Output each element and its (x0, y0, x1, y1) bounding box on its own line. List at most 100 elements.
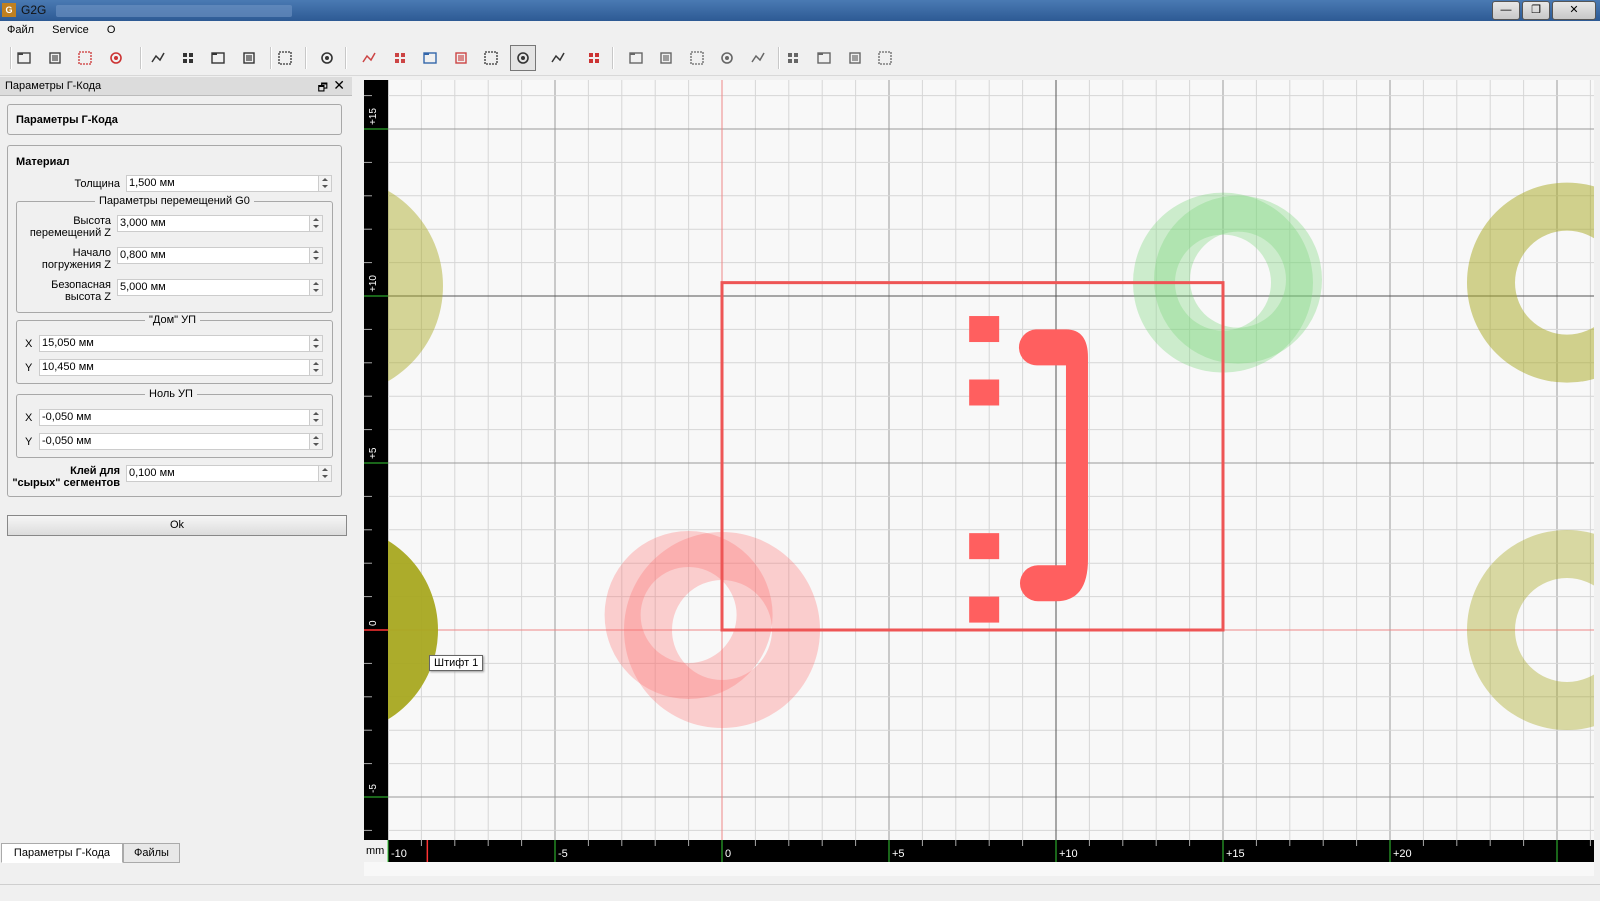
rect-button[interactable] (624, 46, 648, 70)
drawing-canvas[interactable]: mm -10 -5 0 +5 +10 +15 +20 +15 +10 +5 0 -5 (223, 80, 1600, 876)
fit-red-button[interactable] (582, 46, 606, 70)
canvas-svg[interactable]: mm -10 -5 0 +5 +10 +15 +20 +15 +10 +5 0 -5 (223, 80, 1600, 876)
close-file-button[interactable] (104, 46, 128, 70)
x-tick-label: 0 (725, 848, 731, 860)
dock-title: Параметры Г-Кода (5, 80, 102, 92)
tab-files[interactable]: Файлы (123, 843, 180, 863)
spin-arrows-icon[interactable] (318, 176, 331, 191)
group-icon (321, 52, 333, 64)
save-icon (49, 52, 61, 64)
y-tick-label: +5 (368, 447, 379, 459)
subtract-button[interactable] (812, 46, 836, 70)
line-button[interactable] (654, 46, 678, 70)
spin-arrows-icon[interactable] (309, 410, 322, 425)
safe-z-value: 5,000 мм (120, 281, 166, 293)
safe-z-spinbox[interactable]: 5,000 мм (117, 279, 323, 296)
zero-x-spinbox[interactable]: -0,050 мм (39, 409, 323, 426)
material-group: Материал Толщина 1,500 мм Параметры пере… (7, 145, 342, 497)
y-tick-label: -5 (368, 784, 379, 793)
gcode-icon (517, 52, 529, 64)
arc-icon (721, 52, 733, 64)
zoom-all-button[interactable] (176, 46, 200, 70)
title-blur (56, 5, 292, 17)
x-tick-label: -10 (391, 848, 407, 860)
glue-value: 0,100 мм (129, 467, 175, 479)
gcode-params-dock: Параметры Г-Кода 🗗 ✕ Параметры Г-Кода Ма… (0, 77, 352, 883)
x-tick-label: +10 (1059, 848, 1078, 860)
zero-title: Ноль УП (145, 388, 197, 400)
glue-spinbox[interactable]: 0,100 мм (126, 465, 332, 482)
drill-button[interactable] (449, 46, 473, 70)
spin-arrows-icon[interactable] (309, 336, 322, 351)
zoom-fit-button[interactable] (146, 46, 170, 70)
zoom-out-button[interactable] (273, 46, 297, 70)
float-icon[interactable]: 🗗 (318, 79, 328, 98)
save-button[interactable] (43, 46, 67, 70)
spin-arrows-icon[interactable] (309, 248, 322, 263)
home-group: "Дом" УП X 15,050 мм Y 10,450 мм (16, 314, 333, 384)
zero-y-label: Y (25, 436, 33, 448)
dock-close-icon[interactable]: ✕ (333, 77, 345, 94)
tab-gcode-params[interactable]: Параметры Г-Кода (1, 843, 123, 863)
toolbar-separator (140, 47, 142, 69)
close-button[interactable]: ✕ (1552, 1, 1596, 20)
pin-tooltip: Штифт 1 (429, 655, 484, 671)
intersect-icon (849, 52, 861, 64)
thickness-spinbox[interactable]: 1,500 мм (126, 175, 332, 192)
zoom-in-button[interactable] (237, 46, 261, 70)
smd-pad (969, 596, 1000, 623)
pdf-icon (78, 51, 92, 65)
layer-button[interactable] (357, 46, 381, 70)
points-button[interactable] (479, 46, 503, 70)
open-folder-button[interactable] (12, 46, 36, 70)
spin-arrows-icon[interactable] (318, 466, 331, 481)
list-button[interactable] (546, 46, 570, 70)
home-x-value: 15,050 мм (42, 337, 94, 349)
spin-arrows-icon[interactable] (309, 434, 322, 449)
list-icon (551, 52, 565, 63)
menu-service[interactable]: Service (45, 22, 97, 36)
minimize-button[interactable]: — (1492, 1, 1520, 20)
travel-z-spinbox[interactable]: 3,000 мм (117, 215, 323, 232)
home-y-spinbox[interactable]: 10,450 мм (39, 359, 323, 376)
zoom-selection-button[interactable] (206, 46, 230, 70)
spin-arrows-icon[interactable] (309, 280, 322, 295)
zero-y-spinbox[interactable]: -0,050 мм (39, 433, 323, 450)
offset-button[interactable] (873, 46, 897, 70)
menu-file[interactable]: Файл (0, 22, 42, 36)
glue-label: Клей для "сырых" сегментов (12, 465, 120, 489)
layer-icon (362, 52, 376, 63)
intersect-button[interactable] (843, 46, 867, 70)
gcode-button[interactable] (510, 45, 536, 71)
union-button[interactable] (781, 46, 805, 70)
layer-2-button[interactable] (388, 46, 412, 70)
toolpath-icon (423, 52, 437, 64)
arc-button[interactable] (715, 46, 739, 70)
maximize-button[interactable]: ❐ (1522, 1, 1550, 20)
zoom-selection-icon (211, 52, 225, 64)
ellipse-button[interactable] (685, 46, 709, 70)
zoom-all-icon (183, 53, 193, 63)
toolbar-separator (612, 47, 614, 69)
toolbar-separator (270, 47, 272, 69)
pdf-button[interactable] (73, 46, 97, 70)
line-icon (660, 52, 672, 64)
ok-button[interactable]: Ok (7, 515, 347, 536)
spin-arrows-icon[interactable] (309, 360, 322, 375)
home-title: "Дом" УП (145, 314, 201, 326)
spin-arrows-icon[interactable] (309, 216, 322, 231)
zero-x-value: -0,050 мм (42, 411, 92, 423)
menu-about[interactable]: О (100, 22, 124, 36)
group-button[interactable] (315, 46, 339, 70)
travel-z-label: Высота перемещений Z (19, 215, 111, 239)
y-tick-label: +15 (368, 108, 379, 125)
x-tick-label: +20 (1393, 848, 1412, 860)
plunge-spinbox[interactable]: 0,800 мм (117, 247, 323, 264)
text-button[interactable] (746, 46, 770, 70)
open-folder-icon (17, 52, 31, 64)
zero-y-value: -0,050 мм (42, 435, 92, 447)
x-tick-label: +15 (1226, 848, 1245, 860)
toolpath-button[interactable] (418, 46, 442, 70)
home-x-spinbox[interactable]: 15,050 мм (39, 335, 323, 352)
thickness-value: 1,500 мм (129, 177, 175, 189)
